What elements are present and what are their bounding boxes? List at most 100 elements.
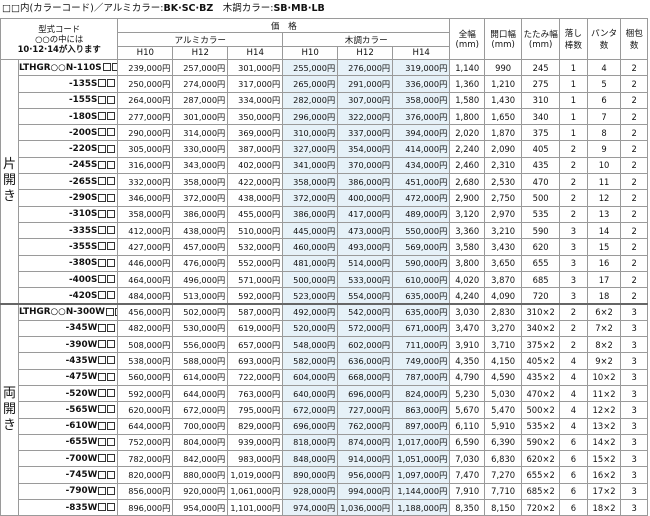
opening-cell: 2,090 <box>484 140 523 158</box>
price-cell: 508,000円 <box>117 336 174 354</box>
price-cell: 548,000円 <box>282 336 339 354</box>
otoshi-cell: 2 <box>559 189 588 207</box>
konpo-cell: 3 <box>620 384 648 403</box>
otoshi-cell: 3 <box>559 254 588 272</box>
price-cell: 820,000円 <box>117 466 174 484</box>
panta-cell: 16 <box>586 254 622 272</box>
table-row: -200S 290,000円 314,000円 369,000円 310,000円 337… <box>1 124 648 142</box>
tatami-cell: 310 <box>521 91 561 109</box>
price-cell: 520,000円 <box>282 319 339 338</box>
model-code: -565W <box>17 401 119 419</box>
konpo-cell: 3 <box>620 352 648 370</box>
model-code: -420S <box>17 287 119 305</box>
width-cell: 2,020 <box>449 124 486 142</box>
price-cell: 386,000円 <box>172 205 229 223</box>
price-cell: 856,000円 <box>117 482 174 501</box>
opening-cell: 6,390 <box>484 433 523 452</box>
price-cell: 354,000円 <box>337 140 394 158</box>
price-cell: 358,000円 <box>282 173 339 191</box>
price-cell: 502,000円 <box>172 302 229 321</box>
price-cell: 1,061,000円 <box>227 482 284 501</box>
table-row: -180S 277,000円 301,000円 350,000円 296,000円 322… <box>1 107 648 126</box>
price-cell: 848,000円 <box>282 450 339 468</box>
tatami-cell: 310×2 <box>521 302 561 321</box>
height-header-h14-wood: H14 <box>392 46 451 60</box>
width-cell: 2,460 <box>449 156 486 175</box>
otoshi-cell: 4 <box>559 401 588 419</box>
otoshi-cell: 2 <box>559 302 588 321</box>
price-cell: 438,000円 <box>172 221 229 240</box>
width-cell: 3,910 <box>449 336 486 354</box>
price-cell: 890,000円 <box>282 466 339 484</box>
panta-cell: 14 <box>586 221 622 240</box>
opening-cell: 2,310 <box>484 156 523 175</box>
price-cell: 239,000円 <box>117 58 174 77</box>
price-cell: 334,000円 <box>227 91 284 109</box>
price-cell: 434,000円 <box>392 156 451 175</box>
price-cell: 341,000円 <box>282 156 339 175</box>
note-prefix: □□内(カラーコード)／アルミカラー: <box>2 3 164 14</box>
table-row: 両開き LTHGR○○N-300W 456,000円 502,000円 587,000円… <box>0 302 648 516</box>
price-cell: 672,000円 <box>282 401 339 419</box>
opening-cell: 3,650 <box>484 254 523 272</box>
opening-cell: 1,870 <box>484 124 523 142</box>
price-cell: 296,000円 <box>282 107 339 126</box>
table-row: -135S 250,000円 274,000円 317,000円 265,000円 291… <box>1 75 648 93</box>
table-row: -700W 782,000円 842,000円 983,000円 848,000円 914… <box>1 450 648 468</box>
price-cell: 255,000円 <box>282 58 339 77</box>
konpo-cell: 3 <box>620 401 648 419</box>
price-cell: 668,000円 <box>337 368 394 386</box>
tatami-cell: 340×2 <box>521 319 561 338</box>
konpo-cell: 2 <box>620 270 648 289</box>
price-cell: 620,000円 <box>117 401 174 419</box>
konpo-cell: 3 <box>620 499 648 516</box>
price-cell: 587,000円 <box>227 302 284 321</box>
otoshi-cell: 4 <box>559 352 588 370</box>
opening-cell: 4,150 <box>484 352 523 370</box>
price-cell: 457,000円 <box>172 238 229 256</box>
model-code: -380S <box>17 254 119 272</box>
price-cell: 372,000円 <box>282 189 339 207</box>
panta-cell: 9 <box>586 140 622 158</box>
tatami-header: たたみ幅 (mm) <box>521 18 561 60</box>
panta-cell: 18×2 <box>586 499 622 516</box>
tatami-cell: 500×2 <box>521 401 561 419</box>
tatami-cell: 275 <box>521 75 561 93</box>
price-cell: 327,000円 <box>282 140 339 158</box>
otoshi-header: 落し 棒数 <box>559 18 588 60</box>
opening-cell: 3,430 <box>484 238 523 256</box>
otoshi-cell: 4 <box>559 417 588 435</box>
panta-cell: 10 <box>586 156 622 175</box>
price-cell: 386,000円 <box>282 205 339 223</box>
opening-cell: 6,830 <box>484 450 523 468</box>
otoshi-cell: 6 <box>559 433 588 452</box>
opening-cell: 3,270 <box>484 319 523 338</box>
opening-cell: 4,590 <box>484 368 523 386</box>
otoshi-cell: 2 <box>559 319 588 338</box>
opening-cell: 3,870 <box>484 270 523 289</box>
model-code: -245S <box>17 156 119 175</box>
price-cell: 880,000円 <box>172 466 229 484</box>
tatami-cell: 405×2 <box>521 352 561 370</box>
price-cell: 264,000円 <box>117 91 174 109</box>
otoshi-cell: 1 <box>559 124 588 142</box>
tatami-cell: 620×2 <box>521 450 561 468</box>
panta-cell: 16×2 <box>586 466 622 484</box>
price-cell: 350,000円 <box>227 107 284 126</box>
wood-color-codes: SB·MB·LB <box>273 3 325 14</box>
table-row: -475W 560,000円 614,000円 722,000円 604,000円 668… <box>1 368 648 386</box>
tatami-cell: 590×2 <box>521 433 561 452</box>
price-cell: 332,000円 <box>117 173 174 191</box>
price-cell: 693,000円 <box>227 352 284 370</box>
tatami-cell: 435 <box>521 156 561 175</box>
konpo-cell: 2 <box>620 107 648 126</box>
konpo-cell: 2 <box>620 91 648 109</box>
tatami-cell: 375×2 <box>521 336 561 354</box>
panta-cell: 14×2 <box>586 433 622 452</box>
price-cell: 640,000円 <box>282 384 339 403</box>
otoshi-cell: 2 <box>559 156 588 175</box>
model-code: -200S <box>17 124 119 142</box>
tatami-cell: 535 <box>521 205 561 223</box>
price-cell: 554,000円 <box>337 287 394 305</box>
price-cell: 1,019,000円 <box>227 466 284 484</box>
